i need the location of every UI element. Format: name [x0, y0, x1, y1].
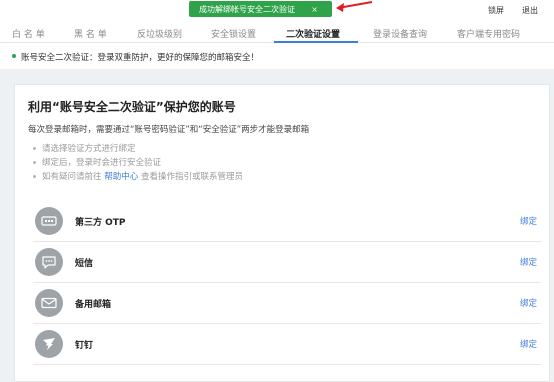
notice-dot-icon [12, 54, 16, 58]
tab-login-devices[interactable]: 登录设备查询 [373, 27, 427, 40]
tab-spam-level[interactable]: 反垃圾级别 [137, 27, 182, 40]
bind-dingtalk-button[interactable]: 绑定 [520, 338, 537, 350]
tab-client-password[interactable]: 客户端专用密码 [457, 27, 520, 40]
toast-close-button[interactable]: × [311, 5, 318, 14]
card-description: 每次登录邮箱时，需要通过“账号密码验证”和“安全验证”两步才能登录邮箱 [28, 125, 310, 135]
method-row-backup-mail: 备用邮箱 绑定 [33, 283, 541, 324]
method-label: 备用邮箱 [75, 300, 112, 310]
bind-backup-mail-button[interactable]: 绑定 [520, 297, 537, 309]
sms-icon [35, 248, 63, 276]
method-label: 短信 [75, 259, 94, 269]
method-row-dingtalk: 钉钉 绑定 [33, 324, 541, 365]
dingtalk-icon [35, 330, 63, 358]
red-arrow-annotation [336, 1, 373, 12]
help-center-link[interactable]: 帮助中心 [104, 172, 138, 182]
otp-icon [35, 207, 63, 235]
two-factor-card: 利用“账号安全二次验证”保护您的账号 每次登录邮箱时，需要通过“账号密码验证”和… [14, 84, 550, 382]
bind-otp-button[interactable]: 绑定 [520, 215, 537, 227]
bullet-icon [33, 147, 36, 150]
method-row-sms: 短信 绑定 [33, 242, 541, 283]
hint-item: 请选择验证方式进行绑定 [33, 142, 136, 154]
tab-security-lock[interactable]: 安全锁设置 [211, 27, 256, 40]
bullet-icon [33, 161, 36, 164]
method-label: 第三方 OTP [75, 218, 126, 228]
hint-text: 如有疑问请前往 [42, 172, 102, 182]
tab-whitelist[interactable]: 白 名 单 [12, 27, 45, 40]
bind-sms-button[interactable]: 绑定 [520, 256, 537, 268]
method-label: 钉钉 [75, 341, 94, 351]
lock-screen-link[interactable]: 锁屏 [488, 5, 504, 16]
method-row-otp: 第三方 OTP 绑定 [33, 201, 541, 242]
hint-item: 绑定后，登录时会进行安全验证 [33, 156, 161, 168]
tab-two-factor[interactable]: 二次验证设置 [286, 27, 340, 40]
notice-text: 账号安全二次验证：登录双重防护，更好的保障您的邮箱安全！ [21, 53, 260, 63]
hint-text: 查看操作指引或联系管理员 [140, 172, 243, 182]
toast-message: 成功解绑帐号安全二次验证 [199, 4, 295, 14]
settings-tabs: 白 名 单 黑 名 单 反垃圾级别 安全锁设置 二次验证设置 登录设备查询 客户… [0, 21, 554, 43]
hint-text: 请选择验证方式进行绑定 [42, 144, 136, 154]
bullet-icon [33, 175, 36, 178]
success-toast: 成功解绑帐号安全二次验证 × [189, 1, 332, 17]
tab-blacklist[interactable]: 黑 名 单 [74, 27, 107, 40]
hint-text: 绑定后，登录时会进行安全验证 [42, 158, 162, 168]
logout-link[interactable]: 退出 [522, 5, 538, 16]
top-bar: 成功解绑帐号安全二次验证 × 锁屏 退出 [0, 0, 554, 20]
mail-icon [35, 289, 63, 317]
hint-item: 如有疑问请前往 帮助中心 查看操作指引或联系管理员 [33, 170, 243, 182]
card-title: 利用“账号安全二次验证”保护您的账号 [28, 100, 236, 114]
security-notice: 账号安全二次验证：登录双重防护，更好的保障您的邮箱安全！ [0, 43, 554, 69]
